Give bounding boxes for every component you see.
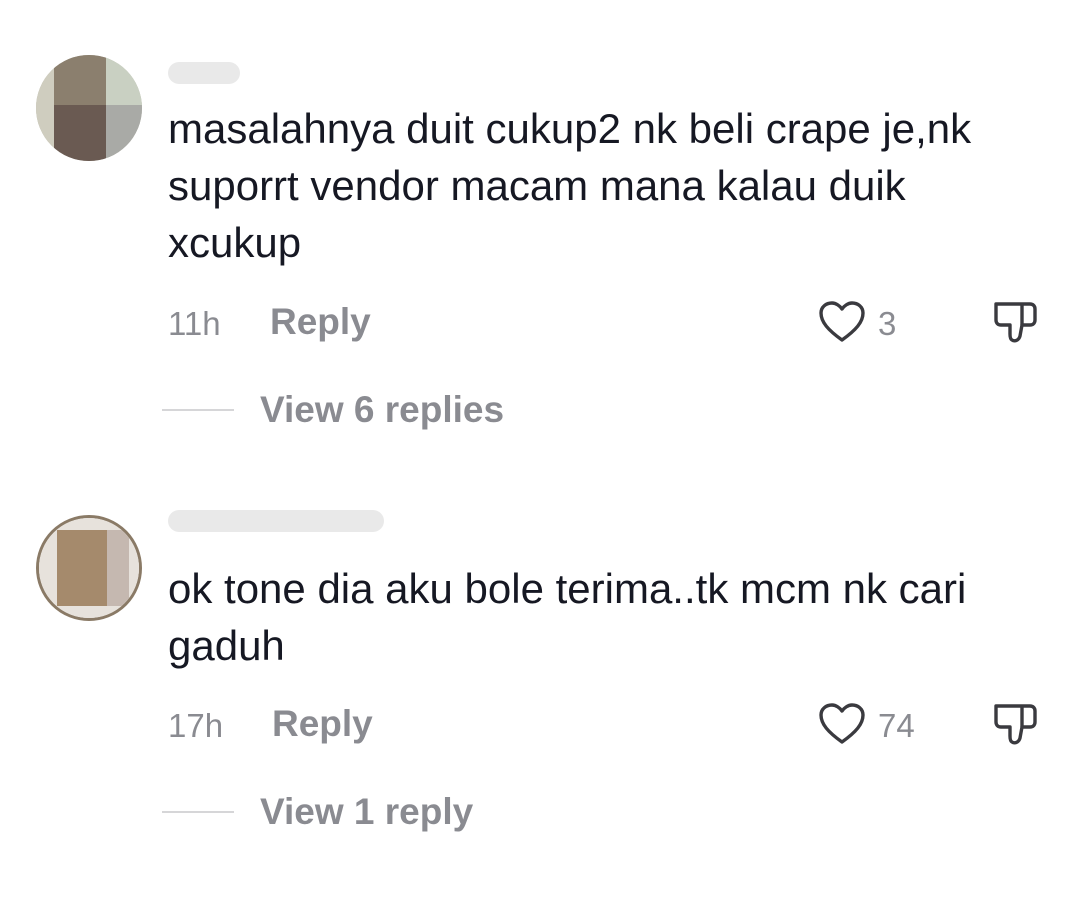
avatar[interactable] xyxy=(36,515,142,621)
comment-item: ok tone dia aku bole terima..tk mcm nk c… xyxy=(0,460,1080,908)
comment-actions: 17h Reply 74 xyxy=(0,698,1080,748)
dislike-icon[interactable] xyxy=(990,298,1040,346)
like-count: 3 xyxy=(878,305,897,342)
view-replies-row: View 1 reply xyxy=(0,786,1080,836)
reply-button[interactable]: Reply xyxy=(272,702,373,746)
view-replies-button[interactable]: View 1 reply xyxy=(260,790,473,834)
username-redacted[interactable] xyxy=(168,510,384,532)
heart-icon[interactable] xyxy=(818,702,866,746)
comment-actions: 11h Reply 3 xyxy=(0,296,1080,346)
view-replies-button[interactable]: View 6 replies xyxy=(260,388,504,432)
reply-button[interactable]: Reply xyxy=(270,300,371,344)
comment-time: 17h xyxy=(168,707,224,744)
comment-time: 11h xyxy=(168,305,221,342)
like-count: 74 xyxy=(878,707,915,744)
comment-item: masalahnya duit cukup2 nk beli crape je,… xyxy=(0,0,1080,460)
dislike-icon[interactable] xyxy=(990,700,1040,748)
comment-text: ok tone dia aku bole terima..tk mcm nk c… xyxy=(168,565,967,669)
heart-icon[interactable] xyxy=(818,300,866,344)
divider xyxy=(162,811,234,813)
view-replies-row: View 6 replies xyxy=(0,384,1080,434)
divider xyxy=(162,409,234,411)
comment-text: masalahnya duit cukup2 nk beli crape je,… xyxy=(168,105,972,266)
username-redacted[interactable] xyxy=(168,62,240,84)
avatar[interactable] xyxy=(36,55,142,161)
